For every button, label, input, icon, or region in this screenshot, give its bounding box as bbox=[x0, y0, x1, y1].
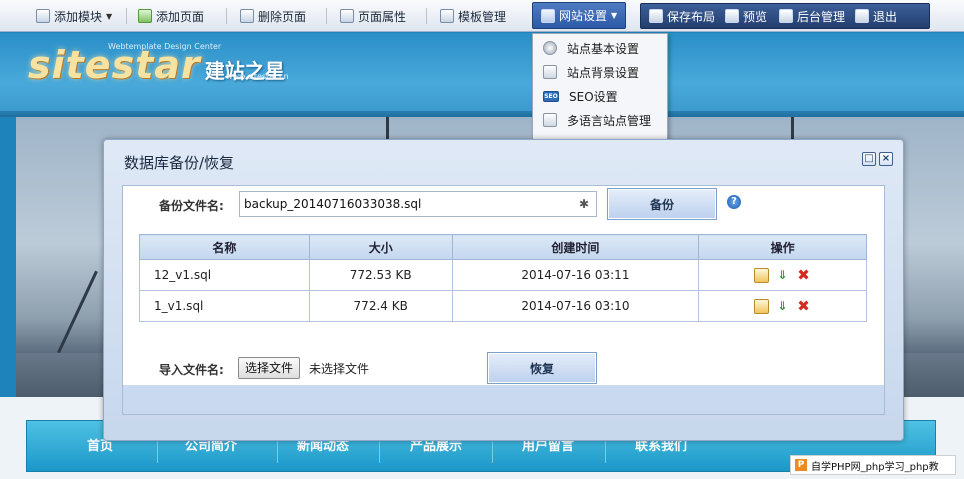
toolbar-divider bbox=[226, 8, 227, 24]
menu-item-label: 站点背景设置 bbox=[567, 65, 640, 80]
import-filename-label: 导入文件名: bbox=[159, 363, 224, 377]
table-header-row: 名称 大小 创建时间 操作 bbox=[139, 234, 867, 260]
logout-icon bbox=[855, 9, 869, 23]
site-settings-dropdown: 站点基本设置 站点背景设置 SEO SEO设置 多语言站点管理 bbox=[532, 33, 668, 141]
logo-chinese-text: 建站之星 bbox=[204, 59, 285, 83]
save-icon bbox=[649, 9, 663, 23]
admin-button[interactable]: 后台管理 bbox=[779, 4, 845, 28]
table-row: 12_v1.sql 772.53 KB 2014-07-16 03:11 ⇓ ✖ bbox=[139, 259, 867, 291]
file-actions: ⇓ ✖ bbox=[698, 259, 867, 291]
no-file-selected-text: 未选择文件 bbox=[309, 362, 370, 376]
table-row: 1_v1.sql 772.4 KB 2014-07-16 03:10 ⇓ ✖ bbox=[139, 290, 867, 322]
crane-shape bbox=[57, 270, 98, 354]
chevron-down-icon: ▼ bbox=[106, 11, 113, 21]
chevron-down-icon: ▼ bbox=[611, 11, 618, 20]
menu-item-label: 多语言站点管理 bbox=[567, 113, 652, 128]
page-properties-label: 页面属性 bbox=[358, 9, 407, 24]
site-header: sitestar 建站之星 Webtemplate Design Center … bbox=[0, 33, 964, 117]
wrench-icon bbox=[541, 8, 555, 23]
file-size: 772.4 KB bbox=[308, 290, 453, 322]
edit-icon[interactable] bbox=[754, 298, 770, 314]
dialog-body: 备份文件名: backup_20140716033038.sql ✱ 备份 ? … bbox=[122, 185, 885, 415]
delete-page-icon bbox=[240, 9, 254, 23]
file-created-time: 2014-07-16 03:10 bbox=[451, 290, 700, 322]
gear-icon bbox=[543, 41, 557, 55]
close-icon[interactable]: × bbox=[879, 152, 893, 166]
backup-restore-dialog: 数据库备份/恢复 □ × 备份文件名: backup_2014071603303… bbox=[103, 139, 904, 441]
download-icon[interactable]: ⇓ bbox=[775, 299, 790, 314]
site-settings-label: 网站设置 bbox=[559, 9, 608, 23]
page-properties-button[interactable]: 页面属性 bbox=[340, 0, 406, 32]
dialog-footer bbox=[122, 385, 885, 415]
column-header-name: 名称 bbox=[139, 234, 310, 260]
menu-item-background-settings[interactable]: 站点背景设置 bbox=[533, 60, 667, 84]
toolbar-divider bbox=[426, 8, 427, 24]
add-page-label: 添加页面 bbox=[156, 9, 205, 24]
column-header-created: 创建时间 bbox=[451, 234, 700, 260]
logout-button[interactable]: 退出 bbox=[855, 4, 897, 28]
menu-item-label: SEO设置 bbox=[569, 89, 618, 104]
preview-icon bbox=[725, 9, 739, 23]
logo-url: www.sitestar.cn bbox=[226, 72, 289, 81]
toolbar-right-group: 保存布局 预览 后台管理 退出 bbox=[640, 3, 930, 29]
image-icon bbox=[543, 65, 557, 79]
menu-item-multilanguage[interactable]: 多语言站点管理 bbox=[533, 108, 667, 132]
backup-filename-label: 备份文件名: bbox=[159, 199, 224, 213]
watermark-badge: P 自学PHP网_php学习_php教 bbox=[790, 455, 956, 475]
user-icon bbox=[779, 9, 793, 23]
seo-icon: SEO bbox=[543, 90, 559, 102]
column-header-size: 大小 bbox=[308, 234, 453, 260]
logout-label: 退出 bbox=[873, 9, 898, 24]
add-module-icon bbox=[36, 9, 50, 23]
add-page-button[interactable]: 添加页面 bbox=[138, 0, 204, 32]
add-module-label: 添加模块 bbox=[54, 9, 103, 24]
preview-button[interactable]: 预览 bbox=[725, 4, 767, 28]
save-layout-button[interactable]: 保存布局 bbox=[649, 4, 715, 28]
keyboard-icon[interactable]: ✱ bbox=[579, 197, 593, 211]
menu-item-seo-settings[interactable]: SEO SEO设置 bbox=[533, 84, 667, 108]
top-toolbar: 添加模块 ▼ 添加页面 删除页面 页面属性 模板管理 网站设置 ▼ 保存布局 预… bbox=[0, 0, 964, 32]
save-layout-label: 保存布局 bbox=[667, 9, 716, 24]
template-management-label: 模板管理 bbox=[458, 9, 507, 24]
logo-tagline: Webtemplate Design Center bbox=[108, 42, 222, 51]
preview-label: 预览 bbox=[743, 9, 768, 24]
template-icon bbox=[440, 9, 454, 23]
menu-item-basic-settings[interactable]: 站点基本设置 bbox=[533, 36, 667, 60]
restore-button[interactable]: 恢复 bbox=[487, 352, 597, 384]
backup-files-table: 名称 大小 创建时间 操作 12_v1.sql 772.53 KB 2014-0… bbox=[139, 234, 867, 322]
file-name: 12_v1.sql bbox=[139, 259, 310, 291]
maximize-icon[interactable]: □ bbox=[862, 152, 876, 166]
column-header-actions: 操作 bbox=[698, 234, 867, 260]
menu-item-label: 站点基本设置 bbox=[567, 41, 640, 56]
logo-text: sitestar bbox=[28, 43, 201, 87]
backup-button[interactable]: 备份 bbox=[607, 188, 717, 220]
file-name: 1_v1.sql bbox=[139, 290, 310, 322]
watermark-text: 自学PHP网_php学习_php教 bbox=[811, 461, 939, 473]
toolbar-divider bbox=[326, 8, 327, 24]
file-actions: ⇓ ✖ bbox=[698, 290, 867, 322]
dialog-controls: □ × bbox=[862, 152, 893, 166]
download-icon[interactable]: ⇓ bbox=[775, 268, 790, 283]
dialog-title: 数据库备份/恢复 bbox=[124, 154, 235, 172]
template-management-button[interactable]: 模板管理 bbox=[440, 0, 506, 32]
file-created-time: 2014-07-16 03:11 bbox=[451, 259, 700, 291]
add-page-icon bbox=[138, 9, 152, 23]
choose-file-button[interactable]: 选择文件 bbox=[238, 357, 301, 379]
delete-page-button[interactable]: 删除页面 bbox=[240, 0, 306, 32]
help-icon[interactable]: ? bbox=[727, 195, 741, 209]
edit-icon[interactable] bbox=[754, 267, 770, 283]
delete-icon[interactable]: ✖ bbox=[796, 267, 811, 283]
delete-icon[interactable]: ✖ bbox=[796, 298, 811, 314]
watermark-logo-icon: P bbox=[795, 459, 807, 471]
file-size: 772.53 KB bbox=[308, 259, 453, 291]
delete-page-label: 删除页面 bbox=[258, 9, 307, 24]
toolbar-divider bbox=[126, 8, 127, 24]
add-module-button[interactable]: 添加模块 ▼ bbox=[36, 0, 112, 32]
admin-label: 后台管理 bbox=[797, 9, 846, 24]
site-settings-button[interactable]: 网站设置 ▼ bbox=[532, 2, 626, 29]
page-properties-icon bbox=[340, 9, 354, 23]
backup-filename-input[interactable]: backup_20140716033038.sql bbox=[239, 191, 597, 217]
language-icon bbox=[543, 113, 557, 127]
